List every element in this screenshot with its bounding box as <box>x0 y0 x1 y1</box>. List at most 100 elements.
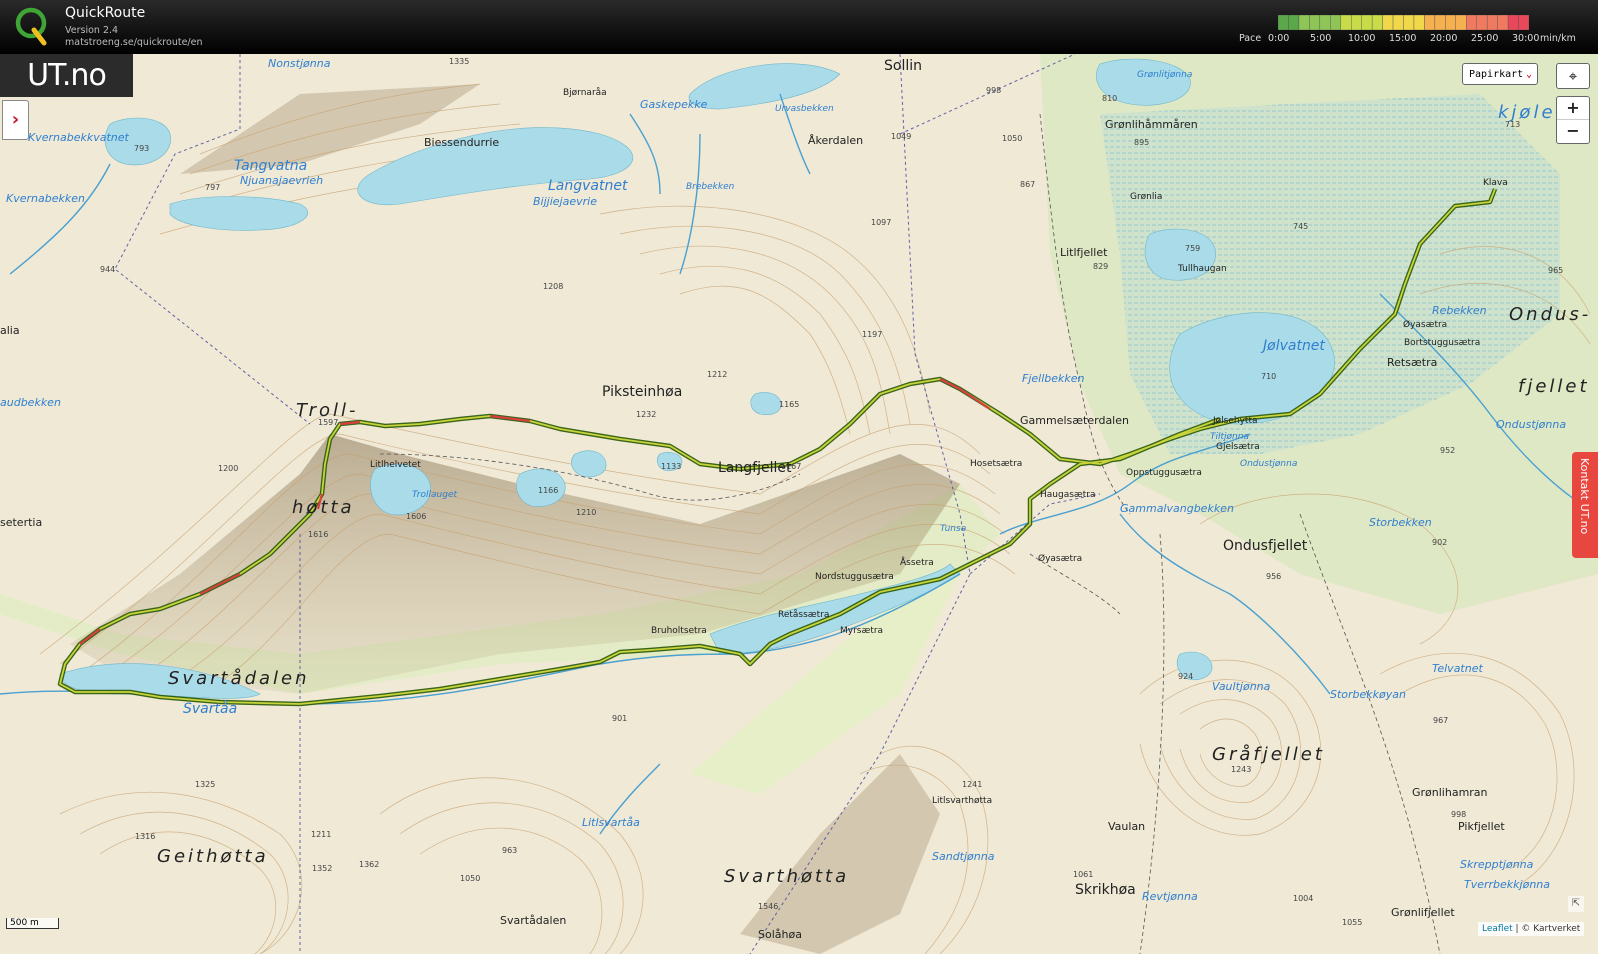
water-label: Ondustjønna <box>1496 418 1567 431</box>
place-label: Myrsætra <box>840 626 884 636</box>
map-attribution: Leaflet | © Kartverket <box>1478 922 1585 936</box>
water-label: Tiltjønna <box>1210 432 1249 442</box>
pace-scale-swatch <box>1403 15 1415 30</box>
elevation-label: 952 <box>1440 446 1456 455</box>
pace-scale-swatch <box>1371 15 1383 30</box>
elevation-label: 1050 <box>460 874 481 883</box>
pace-scale-swatch <box>1486 15 1498 30</box>
water-label: Rebekken <box>1432 304 1487 317</box>
map-type-value: Papirkart <box>1469 69 1524 80</box>
place-label: Svarthøtta <box>724 866 850 887</box>
pace-tick: 30:00 <box>1512 33 1540 44</box>
elevation-label: 924 <box>1178 672 1194 681</box>
elevation-label: 1049 <box>891 132 912 141</box>
elevation-label: 1133 <box>661 462 682 471</box>
pace-scale-swatch <box>1351 15 1362 30</box>
place-label: Piksteinhøa <box>602 384 683 400</box>
water-label: Trollauget <box>412 490 458 500</box>
pace-scale-swatch <box>1497 15 1509 30</box>
elevation-label: 1362 <box>359 860 380 869</box>
pace-tick: 15:00 <box>1389 33 1417 44</box>
place-label: Jølsehytta <box>1213 416 1258 426</box>
elevation-label: 867 <box>1020 180 1036 189</box>
pace-scale-swatch <box>1288 15 1300 30</box>
elevation-label: 829 <box>1093 262 1109 271</box>
place-label: Solåhøa <box>758 928 802 941</box>
place-label: Hosetsætra <box>970 459 1023 469</box>
locate-button[interactable]: ⌖ <box>1556 63 1590 89</box>
elevation-label: 1097 <box>871 218 892 227</box>
place-label: Åssetra <box>900 558 934 568</box>
place-label: Gråfjellet <box>1212 744 1325 765</box>
water-label: Svartåa <box>183 701 238 717</box>
place-label: Klava <box>1483 178 1508 188</box>
place-label: Bortstuggusætra <box>1404 338 1481 348</box>
pace-label: Pace <box>1239 33 1262 44</box>
elevation-label: 1325 <box>195 780 216 789</box>
pace-scale-swatch <box>1476 15 1488 30</box>
place-label: Haugasætra <box>1040 490 1096 500</box>
place-label: Gjelsætra <box>1216 442 1260 452</box>
place-label: Grønlia <box>1130 192 1163 202</box>
water-label: Kvernabekken <box>6 192 85 205</box>
pace-scale-swatch <box>1434 15 1446 30</box>
water-label: Gaskepekke <box>640 98 708 111</box>
place-label: Sollin <box>884 58 922 74</box>
water-label: Telvatnet <box>1432 662 1483 675</box>
water-label: Gammalvangbekken <box>1120 502 1234 515</box>
map-type-select[interactable]: Papirkart ⌄ <box>1462 63 1538 85</box>
elevation-label: 963 <box>502 846 518 855</box>
topographic-map[interactable]: Nonstjønna 1335 Bjørnaråa Gaskepekke Sollin 9… <box>0 54 1598 954</box>
water-label: Fjellbekken <box>1022 372 1085 385</box>
contact-tab-label: Kontakt UT.no <box>1578 458 1591 535</box>
contact-tab-button[interactable]: Kontakt UT.no <box>1572 452 1598 558</box>
leaflet-link[interactable]: Leaflet <box>1482 924 1513 934</box>
pace-scale-swatch <box>1392 15 1404 30</box>
place-label: Åkerdalen <box>808 134 864 147</box>
collapse-icon[interactable]: ⇱ <box>1568 896 1584 912</box>
elevation-label: 745 <box>1293 222 1309 231</box>
place-label: alia <box>0 324 20 337</box>
pace-scale-swatch <box>1278 15 1289 30</box>
app-version: Version 2.4 <box>65 25 119 36</box>
water-label: Tangvatna <box>234 158 308 174</box>
elevation-label: 1335 <box>449 57 470 66</box>
water-label: Nonstjønna <box>268 57 331 70</box>
pace-scale-swatch <box>1445 15 1456 30</box>
pace-tick: 5:00 <box>1310 33 1332 44</box>
place-label: Grønlihamran <box>1412 786 1488 799</box>
water-label: Urvasbekken <box>775 104 834 114</box>
pace-scale-swatch <box>1413 15 1425 30</box>
place-label: Ondus- <box>1509 304 1592 325</box>
app-url-link[interactable]: matstroeng.se/quickroute/en <box>65 37 202 48</box>
elevation-label: 1241 <box>962 780 983 789</box>
place-label: Ondusfjellet <box>1223 538 1308 554</box>
elevation-label: 710 <box>1261 372 1277 381</box>
place-label: Oppstuggusætra <box>1126 468 1202 478</box>
pace-color-scale <box>1278 15 1529 30</box>
water-label: Tunsa <box>940 524 967 534</box>
zoom-out-button[interactable]: − <box>1557 120 1589 142</box>
elevation-label: 1232 <box>636 410 657 419</box>
place-label: Øyasætra <box>1038 554 1083 564</box>
pace-scale-swatch <box>1466 15 1477 30</box>
place-label: Svartådalen <box>168 668 310 689</box>
water-label: Bijjiejaevrie <box>533 195 597 208</box>
pace-scale-swatch <box>1309 15 1321 30</box>
place-label: setertia <box>0 516 43 529</box>
zoom-in-button[interactable]: + <box>1557 97 1589 120</box>
water-label: Tverrbekkjønna <box>1464 878 1551 891</box>
water-label: Njuanajaevrieh <box>240 174 324 187</box>
elevation-label: 901 <box>612 714 628 723</box>
elevation-label: 967 <box>1433 716 1449 725</box>
elevation-label: 1211 <box>311 830 332 839</box>
sidebar-toggle-button[interactable]: › <box>2 100 29 140</box>
utno-logo[interactable]: UT.no <box>0 54 133 97</box>
elevation-label: 797 <box>205 183 221 192</box>
pace-scale-swatch <box>1518 15 1529 30</box>
elevation-label: 1208 <box>543 282 564 291</box>
elevation-label: 1004 <box>1293 894 1314 903</box>
elevation-label: 998 <box>986 86 1002 95</box>
place-label: Vaulan <box>1108 820 1146 833</box>
place-label: Litlfjellet <box>1060 246 1108 259</box>
